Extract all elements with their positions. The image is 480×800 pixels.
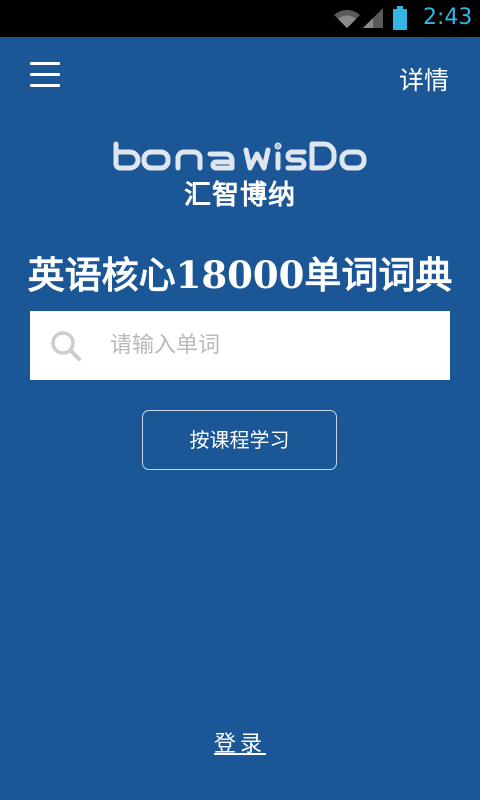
brand-logo-mark — [113, 141, 367, 171]
search-input[interactable] — [110, 325, 430, 365]
battery-icon — [393, 6, 407, 30]
brand-logo-zh: 汇智博纳 — [184, 180, 296, 211]
menu-icon[interactable] — [30, 62, 60, 90]
search-box[interactable] — [30, 311, 450, 380]
details-link[interactable]: 详情 — [399, 64, 449, 98]
brand-logo-en — [0, 140, 480, 172]
app-title: 英语核心18000单词词典 — [27, 253, 453, 297]
wifi-icon — [334, 9, 360, 28]
signal-icon — [363, 8, 383, 28]
study-by-course-button[interactable]: 按课程学习 — [142, 410, 337, 470]
login-link[interactable]: 登录 — [0, 728, 480, 762]
search-icon — [51, 331, 81, 361]
status-clock: 2:43 — [423, 5, 473, 30]
status-bar: 2:43 — [0, 0, 480, 37]
